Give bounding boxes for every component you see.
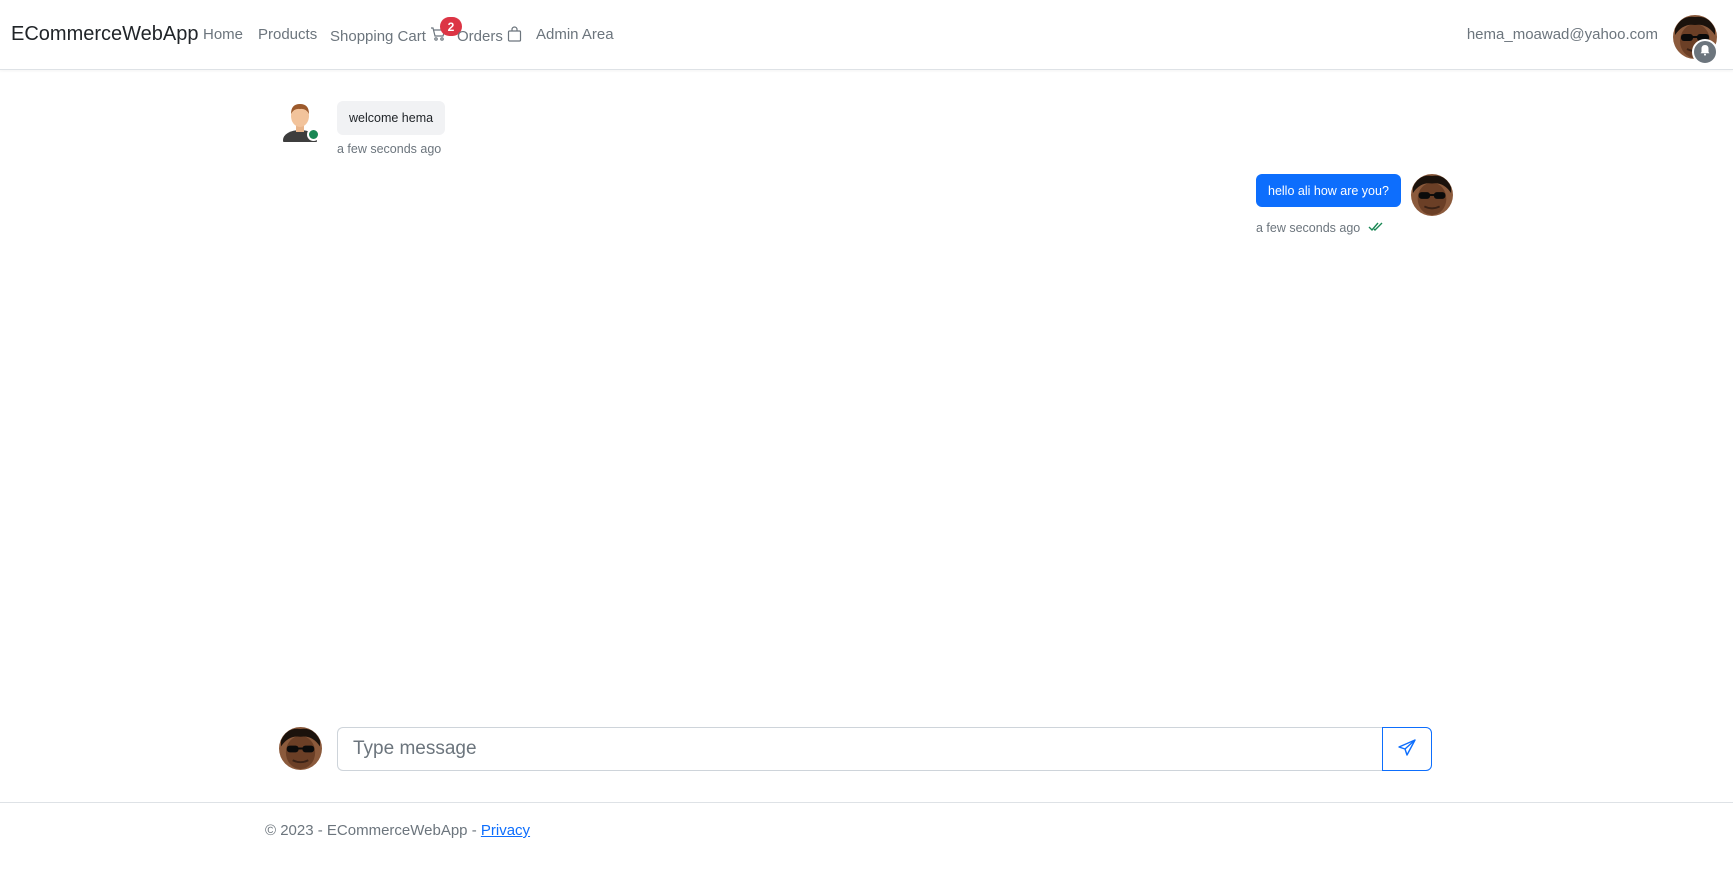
privacy-link[interactable]: Privacy: [481, 822, 530, 839]
message-time: a few seconds ago: [1256, 221, 1384, 235]
top-navbar: ECommerceWebApp Home Products Shopping C…: [0, 0, 1733, 70]
nav-admin-area[interactable]: Admin Area: [536, 26, 614, 43]
user-email[interactable]: hema_moawad@yahoo.com: [1467, 26, 1658, 43]
double-check-icon: [1368, 221, 1384, 235]
send-button[interactable]: [1382, 727, 1432, 771]
notification-bell-button[interactable]: [1692, 39, 1718, 65]
message-bubble: welcome hema: [337, 101, 446, 135]
nav-cart-label: Shopping Cart: [330, 27, 426, 45]
nav-orders-label: Orders: [457, 27, 503, 45]
nav-orders[interactable]: Orders: [457, 26, 522, 46]
nav-home[interactable]: Home: [203, 26, 243, 43]
footer-copyright: © 2023 - ECommerceWebApp -: [265, 822, 481, 839]
my-avatar: [1411, 174, 1453, 221]
send-icon: [1397, 738, 1417, 761]
brand-link[interactable]: ECommerceWebApp: [11, 23, 198, 46]
online-status-dot: [307, 128, 320, 141]
footer-text: © 2023 - ECommerceWebApp - Privacy: [265, 822, 530, 839]
nav-admin-label: Admin Area: [536, 26, 614, 43]
footer: © 2023 - ECommerceWebApp - Privacy: [0, 802, 1733, 892]
message-bubble: hello ali how are you?: [1256, 174, 1401, 207]
message-timestamp: a few seconds ago: [337, 142, 442, 156]
bell-icon: [1699, 43, 1711, 61]
message-time: a few seconds ago: [337, 142, 441, 156]
nav-products[interactable]: Products: [258, 26, 317, 43]
composer-avatar: [279, 727, 322, 775]
nav-home-label: Home: [203, 26, 244, 43]
nav-shopping-cart[interactable]: Shopping Cart: [330, 26, 446, 46]
message-timestamp: a few seconds ago: [1256, 221, 1361, 235]
nav-products-label: Products: [258, 26, 318, 43]
message-input[interactable]: [337, 727, 1383, 771]
shopping-bag-icon: [507, 26, 522, 46]
